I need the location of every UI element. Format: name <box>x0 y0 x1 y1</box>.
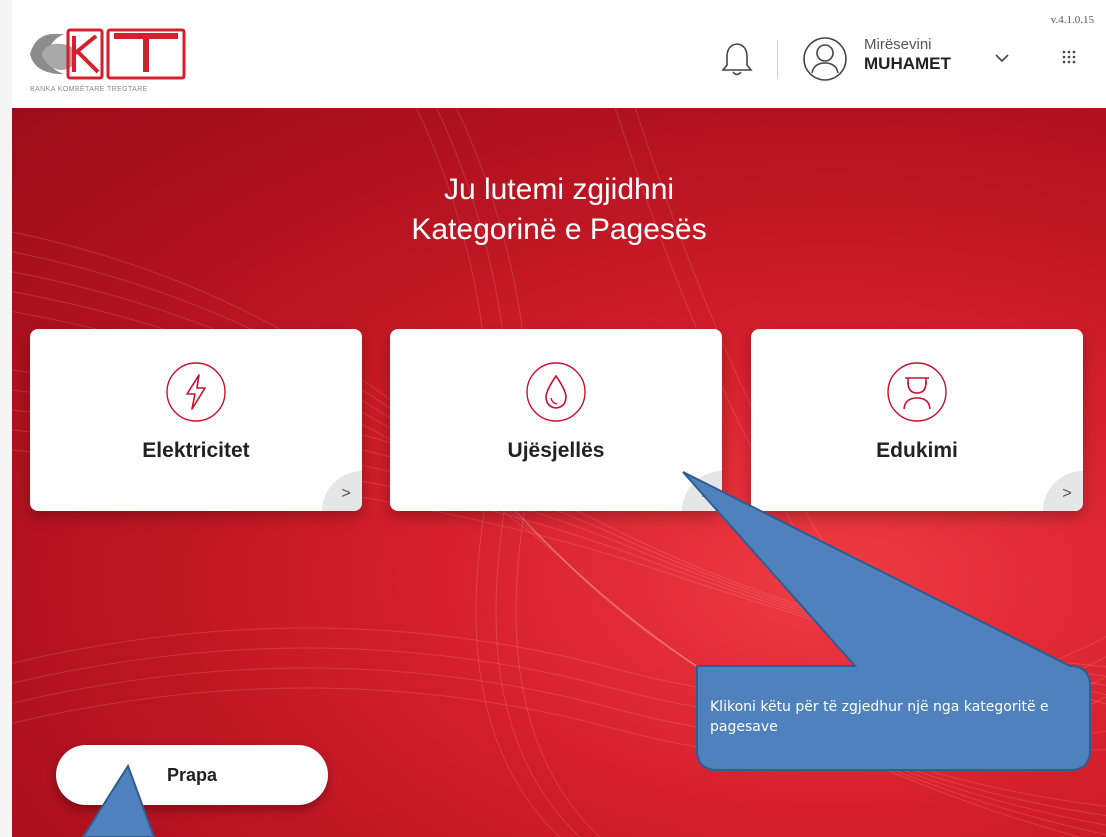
chevron-right-icon[interactable]: > <box>682 471 722 511</box>
back-button[interactable]: Prapa <box>56 745 328 805</box>
water-drop-icon <box>526 362 586 422</box>
category-card-ujesjelles[interactable]: Ujësjellës > <box>390 329 722 511</box>
greeting-text: Mirësevini <box>864 36 932 53</box>
callout-text: Klikoni këtu për të zgjedhur një nga kat… <box>710 699 1049 735</box>
bkt-logo: BANKA KOMBËTARE TREGTARE <box>28 24 188 100</box>
version-label: v.4.1.0.15 <box>1050 14 1094 26</box>
category-card-elektricitet[interactable]: Elektricitet > <box>30 329 362 511</box>
chevron-down-icon[interactable] <box>994 52 1010 64</box>
apps-grid-icon[interactable] <box>1062 50 1076 64</box>
graduate-icon <box>887 362 947 422</box>
chevron-right-icon[interactable]: > <box>322 471 362 511</box>
page-title: Ju lutemi zgjidhni Kategorinë e Pagesës <box>12 170 1106 250</box>
notification-bell-icon[interactable] <box>720 40 754 78</box>
top-header: BANKA KOMBËTARE TREGTARE v.4.1.0.15 Mirë… <box>12 0 1106 108</box>
header-divider <box>777 40 778 78</box>
user-name: MUHAMET <box>864 54 951 73</box>
user-avatar-icon[interactable] <box>802 36 848 82</box>
user-greeting[interactable]: Mirësevini MUHAMET <box>864 36 951 74</box>
logo-subtitle: BANKA KOMBËTARE TREGTARE <box>30 86 148 93</box>
title-line-1: Ju lutemi zgjidhni <box>443 173 675 206</box>
category-label: Edukimi <box>876 439 958 462</box>
category-label: Ujësjellës <box>507 439 605 462</box>
lightning-icon <box>166 362 226 422</box>
category-card-edukimi[interactable]: Edukimi > <box>751 329 1083 511</box>
category-label: Elektricitet <box>142 439 250 462</box>
chevron-right-icon[interactable]: > <box>1043 471 1083 511</box>
title-line-2: Kategorinë e Pagesës <box>411 213 707 246</box>
